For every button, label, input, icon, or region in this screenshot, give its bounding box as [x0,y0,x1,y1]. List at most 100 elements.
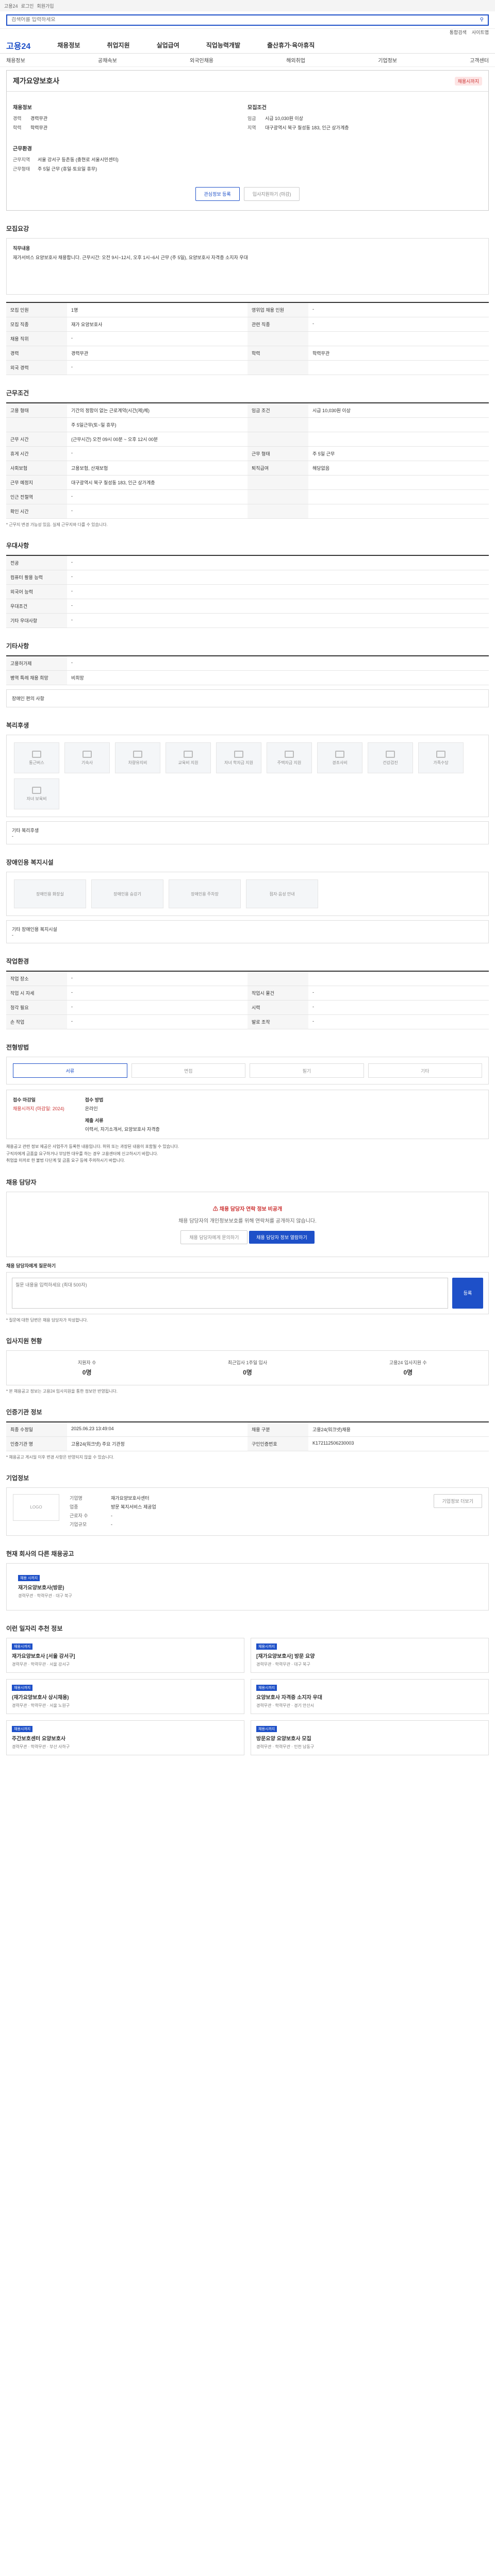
grid-key: 발로 조작 [248,1015,308,1029]
etc-grid: 고용허가제 - 병역 특례 채용 희망 비희망 [6,655,489,685]
other-job-card[interactable]: 채용 시까지 재가요양보호사(방문) 경력무관 · 학력무관 · 대구 북구 [13,1570,482,1604]
grid-value: - [71,603,73,608]
topbar-item[interactable]: 로그인 [21,3,34,9]
section-label: 근무환경 [13,146,32,152]
site-logo[interactable]: 고용24 [6,39,30,52]
grid-row: 근무 예정지 대구광역시 북구 칠성동 183, 인근 상가계층 [6,476,489,490]
gnb-item[interactable]: 직업능력개발 [206,41,240,49]
welfare-label: 주택자금 지원 [277,760,302,765]
recommend-list: 채용시까지 재가요양보호사 [서울 강서구] 경력무관 · 학력무관 · 서울 강서… [6,1638,489,1756]
lnb-item[interactable]: 해외취업 [286,56,305,64]
grid-row: 채용 직위 - [6,332,489,346]
job-card-meta: 경력무관 · 학력무관 · 서울 강서구 [12,1662,70,1667]
company-more-button[interactable]: 기업정보 더보기 [433,1494,482,1508]
grid-key: 휴게 시간 [6,447,67,461]
job-header: 제가요양보호사 채용시까지 채용정보 경력 경력무관 학력 학력무관 근무환경 근무… [6,70,489,211]
section-title: 장애인용 복지시설 [6,859,54,866]
search-icon[interactable]: ⚲ [480,17,484,23]
topbar-item[interactable]: 고용24 [4,3,18,9]
welfare-icon [386,750,395,758]
search-row: ⚲ [0,11,495,29]
grid-row: 모집 직종 재가 요양보호사 관련 직종 - [6,317,489,332]
save-interest-button[interactable]: 관심정보 등록 [195,187,240,201]
job-tag: 채용시까지 [12,1685,33,1691]
job-card-meta: 경력무관 · 학력무관 · 서울 노원구 [12,1703,70,1708]
grid-row: 컴퓨터 활용 능력 - [6,570,489,585]
apply-docs: 이력서, 자기소개서, 요양보호사 자격증 [85,1127,160,1132]
recommend-card[interactable]: 채용시까지 요양보호사 자격증 소지자 우대 경력무관 · 학력무관 · 경기 안산… [251,1679,489,1715]
topbar-item[interactable]: 회원가입 [37,3,54,9]
job-card-title[interactable]: [재가요양보호사] 방문 요양 [256,1652,483,1659]
company-row: 업종 방문 복지서비스 제공업 [70,1503,423,1512]
recommend-card[interactable]: 채용시까지 [재가요양보호사] 방문 요양 경력무관 · 학력무관 · 대구 북구 [251,1638,489,1673]
lnb-item[interactable]: 채용정보 [6,56,25,64]
recruit-grid: 모집 인원 1명 영위업 채용 인원 - 모집 직종 재가 요양보호사 관련 직종 - 채용 직… [6,302,489,375]
grid-value: - [71,560,73,565]
company-key: 근로자 수 [70,1513,88,1518]
kv-key: 학력 [13,125,22,130]
lnb-item[interactable]: 고객센터 [470,56,489,64]
grid-value: - [71,494,73,499]
grid-key: 외국 경력 [6,361,67,375]
search-input[interactable] [11,17,480,23]
util-link[interactable]: 사이트맵 [472,29,489,37]
job-card-title[interactable]: 요양보호사 자격증 소지자 우대 [256,1693,483,1701]
grid-value: 비희망 [71,675,84,681]
grid-key: 작업 시 자세 [6,986,67,1000]
job-card-meta: 경력무관 · 학력무관 · 부산 사하구 [12,1744,70,1750]
lnb-item[interactable]: 기업정보 [378,56,397,64]
grid-key: 채용 직위 [6,332,67,346]
welfare-icon [436,750,446,758]
welfare-label: 가족수당 [433,760,449,765]
welfare-icon [32,786,41,794]
recommend-card[interactable]: 채용시까지 방문요양 요양보호사 모집 경력무관 · 학력무관 · 인천 남동구 [251,1720,489,1756]
company-row: 기업규모 - [70,1520,423,1529]
grid-value [308,504,489,518]
grid-key: 컴퓨터 활용 능력 [6,570,67,584]
grid-row: 청각 필요 - 시력 - [6,1001,489,1015]
section-title: 입사지원 현황 [6,1337,42,1345]
grid-key: 영위업 채용 인원 [248,303,308,317]
gnb-item[interactable]: 채용정보 [57,41,80,49]
barrier-sub-box: 기타 장애인용 복지시설 - [6,920,489,943]
grid-key: 채용 구분 [248,1422,308,1436]
lnb-item[interactable]: 공채속보 [98,56,117,64]
contact-view-button[interactable]: 채용 담당자 정보 열람하기 [249,1230,315,1244]
section-title: 이런 일자리 추천 정보 [6,1625,63,1633]
process-steps: 서류 면접 필기 기타 [6,1057,489,1084]
gnb-item[interactable]: 취업지원 [107,41,129,49]
grid-key [248,972,308,986]
section-title: 인증기관 정보 [6,1408,42,1416]
grid-value: 1명 [71,308,78,313]
grid-key: 고용 형태 [6,403,67,417]
job-card-title[interactable]: 재가요양보호사(방문) [18,1583,477,1591]
recommend-card[interactable]: 채용시까지 재가요양보호사 [서울 강서구] 경력무관 · 학력무관 · 서울 강서… [6,1638,244,1673]
meta-note: * 채용공고 게시일 이후 변경 사항은 반영되지 않을 수 있습니다. [6,1454,114,1460]
qa-textarea[interactable] [12,1277,448,1309]
grid-row: 외국어 능력 - [6,585,489,599]
apply-button[interactable]: 입사지원하기 (마감) [243,187,300,201]
contact-inquiry-button[interactable]: 채용 담당자에게 문의하기 [180,1230,248,1244]
job-card-title[interactable]: (재가요양보호사 상시채용) [12,1693,239,1701]
search-box[interactable]: ⚲ [6,14,489,26]
job-card-title[interactable]: 주간보호센터 요양보호사 [12,1734,239,1742]
recommend-card[interactable]: 채용시까지 (재가요양보호사 상시채용) 경력무관 · 학력무관 · 서울 노원구 [6,1679,244,1715]
recommend-card[interactable]: 채용시까지 주간보호센터 요양보호사 경력무관 · 학력무관 · 부산 사하구 [6,1720,244,1756]
qa-submit-button[interactable]: 등록 [452,1277,483,1309]
grid-key: 병역 특례 채용 희망 [6,671,67,685]
grid-row: 모집 인원 1명 영위업 채용 인원 - [6,303,489,317]
gnb-item[interactable]: 실업급여 [157,41,179,49]
section-title: 채용 담당자 [6,1178,37,1186]
qa-note: * 질문에 대한 답변은 채용 담당자가 작성합니다. [6,1317,88,1323]
utility-menu: 통합검색 사이트맵 [0,29,495,37]
gnb-item[interactable]: 출산휴가·육아휴직 [267,41,315,49]
stat-label: 고용24 입사지원 수 [389,1360,427,1365]
stat-item: 최근입사 1주일 입사 0명 [167,1359,327,1377]
section-title: 우대사항 [6,542,29,549]
job-card-title[interactable]: 재가요양보호사 [서울 강서구] [12,1652,239,1659]
lnb-item[interactable]: 외국인채용 [190,56,213,64]
grid-row: 우대조건 - [6,599,489,614]
job-card-title[interactable]: 방문요양 요양보호사 모집 [256,1734,483,1742]
company-value: 방문 복지서비스 제공업 [111,1504,156,1510]
util-link[interactable]: 통합검색 [450,29,467,37]
